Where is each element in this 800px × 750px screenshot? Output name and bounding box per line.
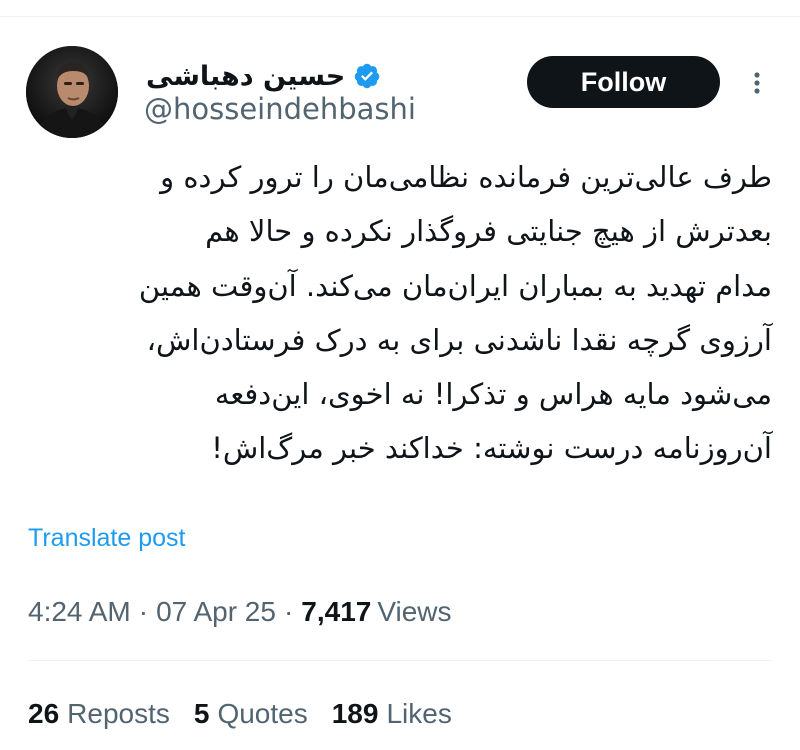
reposts-count: 26: [28, 698, 60, 729]
quotes-label: Quotes: [217, 698, 308, 729]
user-name-row: حسین دهباشی: [146, 56, 381, 96]
follow-button[interactable]: Follow: [527, 56, 720, 108]
tweet-time[interactable]: 4:24 AM: [28, 596, 131, 628]
avatar[interactable]: [26, 46, 118, 138]
reposts-label: Reposts: [67, 698, 170, 729]
tweet-line: آرزوی گرچه نقدا ناشدنی برای به درک فرستا…: [146, 322, 772, 357]
tweet-line: مدام تهدید به بمباران ایران‌مان می‌کند. …: [138, 268, 772, 303]
quotes-count: 5: [193, 698, 210, 729]
tweet-date[interactable]: 07 Apr 25: [156, 596, 276, 628]
meta-separator: ·: [283, 596, 294, 627]
divider: [28, 660, 772, 661]
tweet-line: طرف عالی‌ترین فرمانده نظامی‌مان را ترور …: [160, 160, 772, 194]
tweet-line: بعدترش از هیچ جنایتی فروگذار نکرده و حال…: [205, 214, 772, 249]
views-count: 7,417: [301, 596, 372, 627]
meta-separator: ·: [138, 596, 149, 627]
tweet-meta: 4:24 AM · 07 Apr 25 · 7,417 Views: [28, 592, 452, 632]
tweet-text: طرف عالی‌ترین فرمانده نظامی‌مان را ترور …: [28, 150, 772, 476]
translate-post-link[interactable]: Translate post: [28, 524, 185, 553]
likes-count: 189: [331, 698, 379, 729]
avatar-image: [26, 46, 118, 138]
engagement-stats: 26 Reposts 5 Quotes 189 Likes: [28, 692, 476, 736]
user-handle[interactable]: @hosseindehbashi: [144, 92, 416, 126]
tweet-line: آن‌روزنامه درست نوشته: خداکند خبر مرگ‌اش…: [211, 431, 772, 466]
tweet-line: می‌شود مایه هراس و تذکرا! نه اخوی، این‌د…: [214, 377, 772, 412]
quotes-stat[interactable]: 5 Quotes: [194, 698, 308, 730]
views-label: Views: [377, 596, 452, 627]
display-name[interactable]: حسین دهباشی: [146, 61, 345, 92]
verified-badge-icon[interactable]: [353, 62, 381, 90]
likes-stat[interactable]: 189 Likes: [332, 698, 452, 730]
top-divider: [0, 16, 800, 17]
more-options-icon[interactable]: [744, 68, 770, 98]
likes-label: Likes: [386, 698, 452, 729]
reposts-stat[interactable]: 26 Reposts: [28, 698, 170, 730]
